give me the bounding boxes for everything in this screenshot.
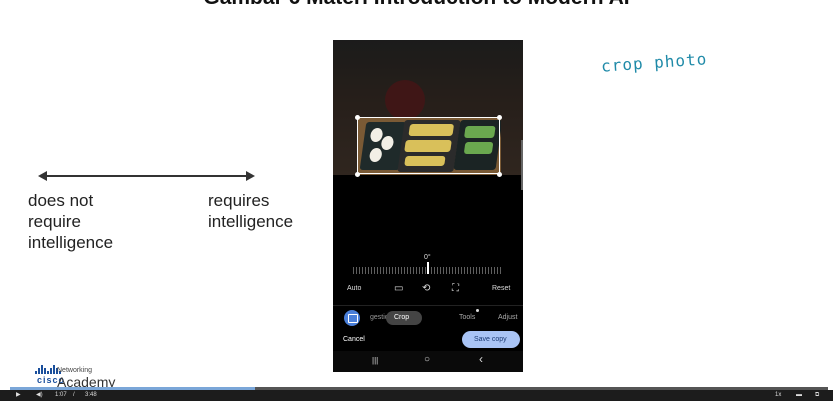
crop-frame[interactable] xyxy=(357,117,500,174)
networking-label: Networking xyxy=(57,367,93,374)
crop-handle-bottom-left[interactable] xyxy=(355,172,360,177)
tab-tools[interactable]: Tools xyxy=(459,314,475,321)
rotate-icon[interactable]: ⟲ xyxy=(422,284,430,294)
rotation-ruler-marker xyxy=(427,262,429,274)
fullscreen-icon[interactable]: ⧉ xyxy=(815,390,819,401)
spectrum-arrow xyxy=(43,175,250,177)
crop-handle-bottom-right[interactable] xyxy=(497,172,502,177)
cancel-button[interactable]: Cancel xyxy=(343,336,365,343)
aspect-ratio-icon[interactable]: ▭ xyxy=(394,284,403,294)
auto-button[interactable]: Auto xyxy=(347,285,361,292)
handwritten-note: crop photo xyxy=(600,49,708,76)
current-time: 1:07 xyxy=(55,392,67,398)
tab-crop-label: Crop xyxy=(394,314,410,321)
crop-handle-top-right[interactable] xyxy=(497,115,502,120)
home-icon[interactable]: ○ xyxy=(424,355,430,365)
volume-icon[interactable]: ◀) xyxy=(36,390,43,401)
duration: 3:48 xyxy=(85,392,97,398)
tab-adjust[interactable]: Adjust xyxy=(498,314,517,321)
crop-handle-top-left[interactable] xyxy=(355,115,360,120)
back-icon[interactable]: ‹ xyxy=(479,353,483,365)
slide-title: Gambar 6 Materi Introduction to Modern A… xyxy=(0,0,833,10)
phone-screenshot: 0° Auto ▭ ⟲ ⛶ Reset gestions Crop Tools … xyxy=(333,40,523,372)
playback-speed[interactable]: 1x xyxy=(775,390,781,401)
recents-icon[interactable]: ||| xyxy=(372,356,378,366)
free-crop-icon[interactable]: ⛶ xyxy=(452,284,459,294)
captions-icon[interactable]: ▬ xyxy=(796,390,802,401)
reset-button[interactable]: Reset xyxy=(492,285,510,292)
rotation-degree: 0° xyxy=(424,254,431,261)
android-nav-bar: ||| ○ ‹ xyxy=(333,351,523,372)
does-not-require-intelligence-label: does not require intelligence xyxy=(28,191,114,252)
play-icon[interactable]: ▶ xyxy=(16,390,21,401)
arrow-right-head xyxy=(246,171,255,181)
time-separator: / xyxy=(73,392,75,398)
tools-notification-dot xyxy=(476,309,479,312)
divider xyxy=(333,305,523,306)
video-controls: ▶ ◀) 1:07 / 3:48 1x ▬ ⧉ xyxy=(0,390,833,401)
suggestions-tab-icon[interactable] xyxy=(344,310,360,326)
save-copy-label: Save copy xyxy=(474,336,507,343)
requires-intelligence-label: requires intelligence xyxy=(208,191,294,231)
scroll-indicator xyxy=(521,140,523,190)
